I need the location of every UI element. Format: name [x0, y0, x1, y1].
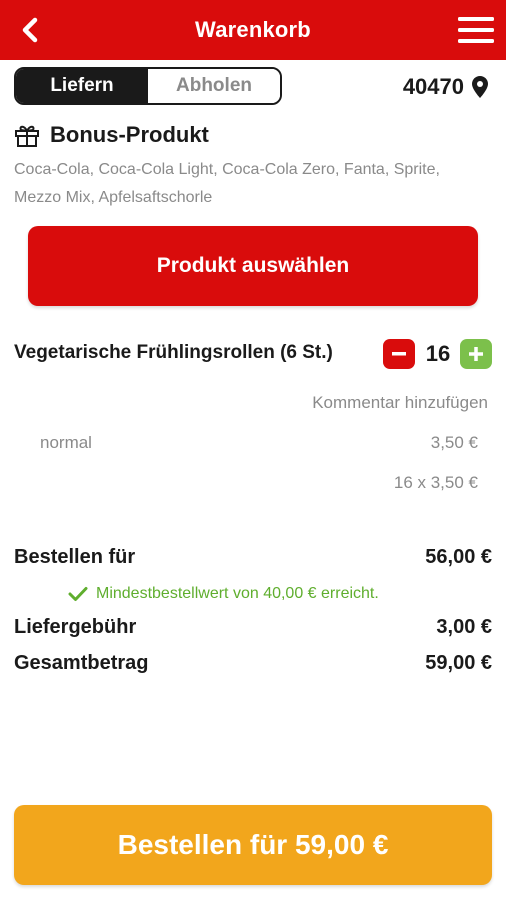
tab-liefern[interactable]: Liefern [16, 69, 148, 103]
bonus-product-title: Bonus-Produkt [50, 122, 209, 147]
page-title: Warenkorb [195, 17, 311, 42]
delivery-fee-value: 3,00 € [436, 616, 492, 638]
bonus-product-heading: Bonus-Produkt [14, 118, 209, 152]
zip-code: 40470 [402, 74, 464, 99]
delivery-fee-label: Liefergebühr [14, 616, 137, 638]
minus-icon [392, 352, 406, 356]
item-unit-price: 3,50 € [430, 433, 478, 452]
map-pin-icon [472, 76, 488, 98]
increase-quantity-button[interactable] [460, 339, 492, 369]
app-header: Warenkorb [0, 0, 506, 60]
quantity-value: 16 [425, 341, 451, 366]
total-label: Gesamtbetrag [14, 652, 149, 674]
chevron-left-icon [22, 17, 38, 43]
checkmark-icon [68, 587, 88, 601]
hamburger-menu-icon [458, 17, 494, 43]
back-button[interactable] [14, 14, 46, 46]
select-product-button[interactable]: Produkt auswählen [28, 226, 478, 306]
menu-button[interactable] [458, 14, 494, 46]
total-value: 59,00 € [425, 652, 492, 674]
subtotal-value: 56,00 € [425, 546, 492, 568]
add-comment-link[interactable]: Kommentar hinzufügen [312, 393, 488, 413]
min-order-message: Mindestbestellwert von 40,00 € erreicht. [96, 585, 379, 602]
item-line-total: 16 x 3,50 € [393, 473, 478, 492]
cart-item-name: Vegetarische Frühlingsrollen (6 St.) [14, 342, 333, 363]
location-selector[interactable]: 40470 [403, 70, 488, 104]
tab-abholen[interactable]: Abholen [148, 69, 280, 103]
bonus-product-description: Coca-Cola, Coca-Cola Light, Coca-Cola Ze… [14, 161, 440, 206]
decrease-quantity-button[interactable] [383, 339, 415, 369]
min-order-notice: Mindestbestellwert von 40,00 € erreicht. [68, 582, 379, 606]
subtotal-label: Bestellen für [14, 546, 136, 568]
item-variant: normal [40, 433, 92, 452]
gift-icon [15, 125, 39, 147]
place-order-button[interactable]: Bestellen für 59,00 € [14, 805, 492, 885]
plus-icon [469, 347, 483, 361]
delivery-mode-toggle: Liefern Abholen [14, 67, 282, 105]
